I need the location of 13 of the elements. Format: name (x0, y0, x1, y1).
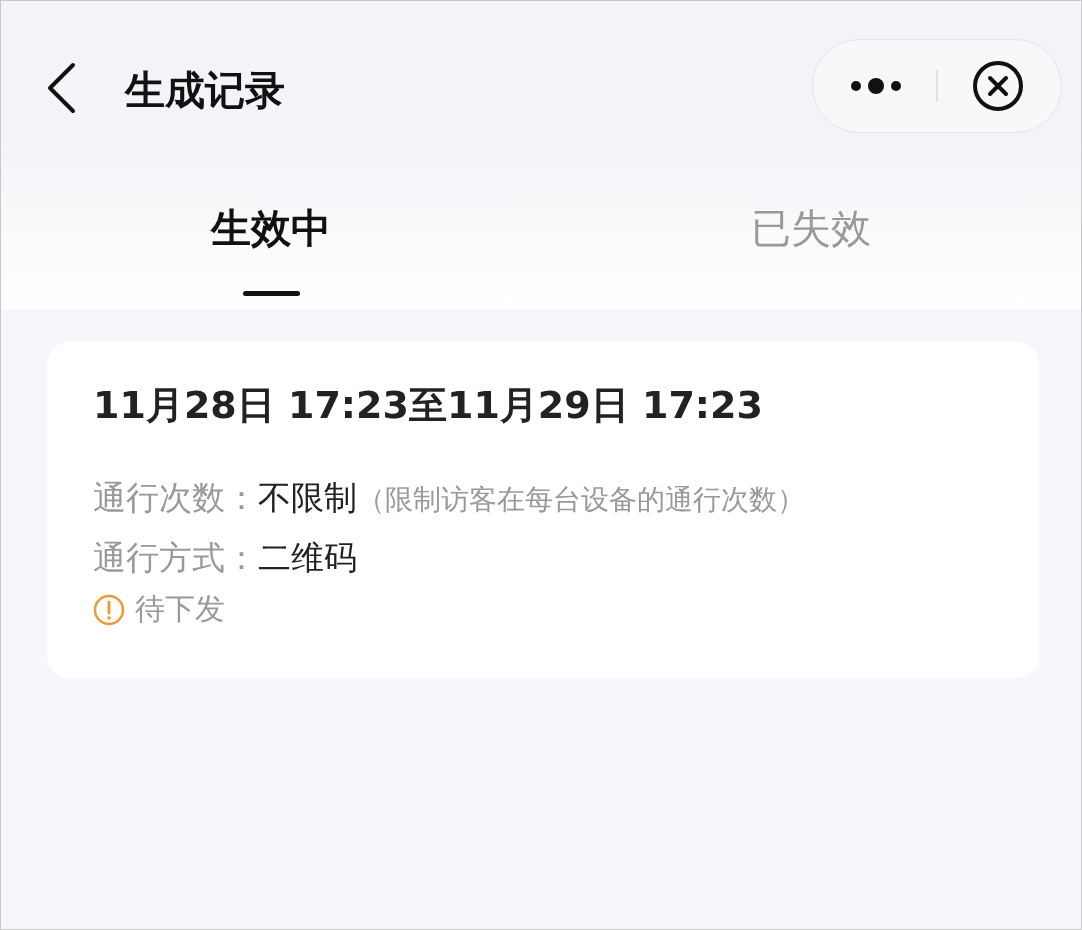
warning-icon (93, 593, 125, 626)
page-title: 生成记录 (125, 66, 286, 115)
field-label: 通行方式： (93, 537, 258, 579)
more-icon[interactable] (850, 78, 902, 94)
field-value: 不限制 (258, 477, 357, 519)
field-label: 通行次数： (93, 477, 258, 519)
status-text: 待下发 (135, 590, 225, 628)
field-value: 二维码 (258, 537, 357, 579)
tab[interactable]: 生效中 (1, 173, 541, 309)
period-text: 11月28日 17:23至11月29日 17:23 (93, 382, 764, 429)
close-icon[interactable] (972, 60, 1024, 112)
field-note: （限制访客在每台设备的通行次数） (357, 482, 805, 518)
back-icon[interactable] (45, 62, 77, 114)
